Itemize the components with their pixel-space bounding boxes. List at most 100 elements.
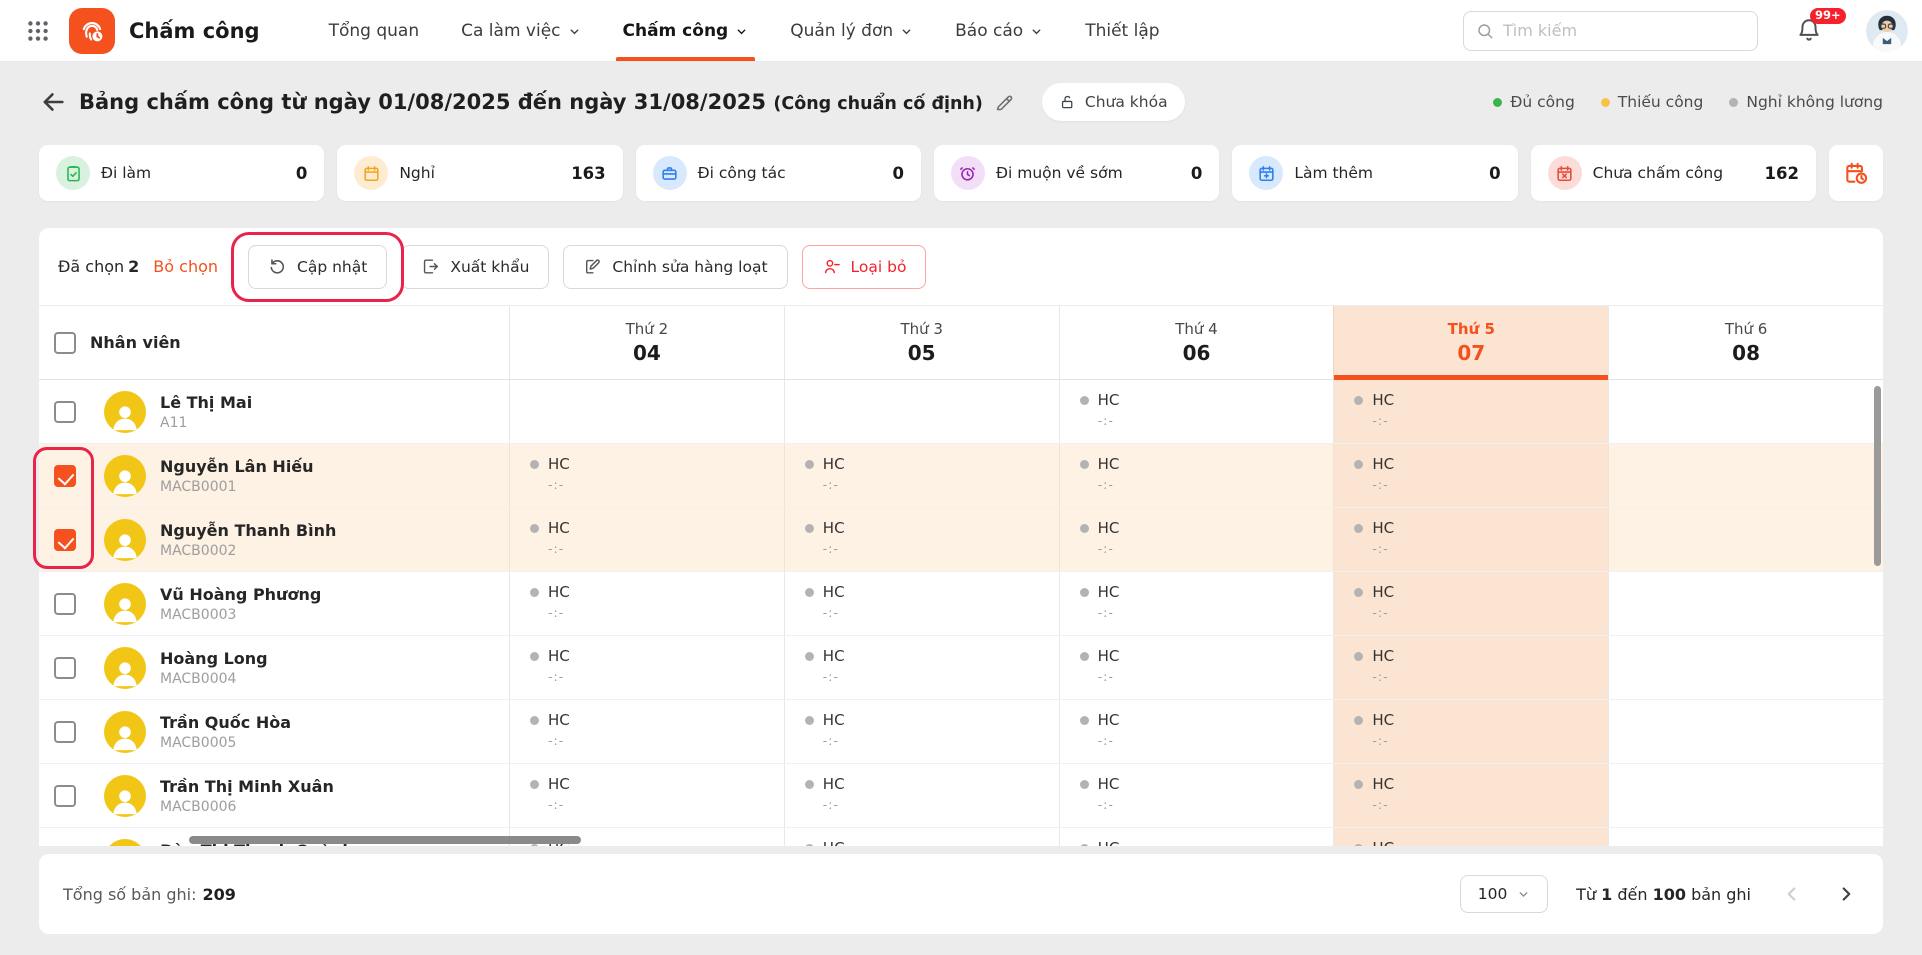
attendance-cell[interactable]: HC-:-: [509, 444, 784, 507]
row-checkbox[interactable]: [54, 529, 76, 551]
stat-card-1[interactable]: Đi làm0: [39, 145, 324, 201]
attendance-status: HC-:-: [1060, 764, 1334, 812]
row-checkbox[interactable]: [54, 721, 76, 743]
remove-button[interactable]: Loại bỏ: [802, 245, 927, 289]
attendance-cell[interactable]: HC-:-: [509, 636, 784, 699]
attendance-cell[interactable]: HC-:-: [1059, 828, 1334, 846]
table-row[interactable]: Nguyễn Lân HiếuMACB0001HC-:-HC-:-HC-:-HC…: [39, 444, 1883, 508]
table-row[interactable]: Trần Quốc HòaMACB0005HC-:-HC-:-HC-:-HC-:…: [39, 700, 1883, 764]
attendance-cell[interactable]: HC-:-: [784, 572, 1059, 635]
attendance-cell[interactable]: HC-:-: [1059, 636, 1334, 699]
attendance-cell[interactable]: HC-:-: [1333, 444, 1608, 507]
attendance-cell[interactable]: [1608, 508, 1883, 571]
attendance-cell[interactable]: HC-:-: [1333, 764, 1608, 827]
attendance-cell[interactable]: HC-:-: [1059, 444, 1334, 507]
nav-item-4[interactable]: Quản lý đơn: [769, 0, 934, 61]
day-column-header-3[interactable]: Thứ 406: [1059, 306, 1334, 379]
attendance-cell[interactable]: [1608, 700, 1883, 763]
row-checkbox[interactable]: [54, 401, 76, 423]
attendance-cell[interactable]: HC-:-: [784, 700, 1059, 763]
lock-status-button[interactable]: Chưa khóa: [1042, 83, 1185, 121]
horizontal-scrollbar[interactable]: [189, 836, 581, 844]
stat-card-5[interactable]: Làm thêm0: [1232, 145, 1517, 201]
nav-item-6[interactable]: Thiết lập: [1064, 0, 1180, 61]
attendance-cell[interactable]: [509, 380, 784, 443]
row-checkbox[interactable]: [54, 657, 76, 679]
weekday-label: Thứ 2: [626, 320, 669, 338]
attendance-cell[interactable]: [1608, 444, 1883, 507]
day-column-header-2[interactable]: Thứ 305: [784, 306, 1059, 379]
attendance-cell[interactable]: HC-:-: [1059, 380, 1334, 443]
update-button[interactable]: Cập nhật: [248, 245, 387, 289]
stat-label: Đi muộn về sớm: [996, 164, 1123, 182]
attendance-cell[interactable]: HC-:-: [1333, 572, 1608, 635]
table-row[interactable]: Trần Thị Minh XuânMACB0006HC-:-HC-:-HC-:…: [39, 764, 1883, 828]
attendance-cell[interactable]: [1608, 828, 1883, 846]
attendance-cell[interactable]: [1608, 636, 1883, 699]
stat-card-3[interactable]: Đi công tác0: [636, 145, 921, 201]
row-checkbox[interactable]: [54, 785, 76, 807]
attendance-cell[interactable]: HC-:-: [1333, 828, 1608, 846]
attendance-cell[interactable]: HC-:-: [1333, 636, 1608, 699]
notification-bell-icon[interactable]: 99+: [1796, 17, 1824, 45]
table-row[interactable]: Lê Thị MaiA11HC-:-HC-:-: [39, 380, 1883, 444]
vertical-scrollbar[interactable]: [1874, 386, 1881, 566]
next-page-button[interactable]: [1833, 881, 1859, 907]
app-grid-icon[interactable]: [25, 18, 51, 44]
edit-title-icon[interactable]: [994, 92, 1015, 113]
app-logo-fingerprint-icon[interactable]: [69, 8, 115, 54]
attendance-cell[interactable]: HC-:-: [784, 444, 1059, 507]
clear-selection-link[interactable]: Bỏ chọn: [153, 257, 218, 276]
attendance-cell[interactable]: HC-:-: [784, 636, 1059, 699]
attendance-cell[interactable]: HC-:-: [509, 508, 784, 571]
row-checkbox[interactable]: [54, 593, 76, 615]
timesheet-settings-button[interactable]: [1829, 145, 1883, 201]
attendance-cell[interactable]: HC-:-: [1059, 508, 1334, 571]
attendance-status: HC-:-: [510, 700, 784, 748]
table-row[interactable]: Vũ Hoàng PhươngMACB0003HC-:-HC-:-HC-:-HC…: [39, 572, 1883, 636]
attendance-cell[interactable]: [1608, 380, 1883, 443]
attendance-cell[interactable]: HC-:-: [784, 508, 1059, 571]
bulk-edit-button[interactable]: Chỉnh sửa hàng loạt: [563, 245, 787, 289]
status-dot: [530, 460, 539, 469]
select-all-checkbox[interactable]: [54, 332, 76, 354]
day-column-header-5[interactable]: Thứ 608: [1608, 306, 1883, 379]
attendance-cell[interactable]: HC-:-: [1333, 700, 1608, 763]
table-row[interactable]: Hoàng LongMACB0004HC-:-HC-:-HC-:-HC-:-: [39, 636, 1883, 700]
attendance-cell[interactable]: HC-:-: [784, 828, 1059, 846]
table-row[interactable]: Nguyễn Thanh BìnhMACB0002HC-:-HC-:-HC-:-…: [39, 508, 1883, 572]
row-checkbox[interactable]: [54, 465, 76, 487]
stat-card-2[interactable]: Nghỉ163: [337, 145, 622, 201]
attendance-status: HC-:-: [510, 764, 784, 812]
search-box[interactable]: [1463, 11, 1758, 51]
stat-card-4[interactable]: Đi muộn về sớm0: [934, 145, 1219, 201]
attendance-cell[interactable]: HC-:-: [1059, 572, 1334, 635]
attendance-cell[interactable]: HC-:-: [509, 700, 784, 763]
stat-card-6[interactable]: Chưa chấm công162: [1531, 145, 1816, 201]
attendance-cell[interactable]: HC-:-: [509, 572, 784, 635]
bulk-toolbar: Đã chọn2 Bỏ chọn Cập nhật Xuất khẩu Chỉn…: [39, 228, 1883, 306]
nav-item-2[interactable]: Ca làm việc: [440, 0, 601, 61]
attendance-cell[interactable]: HC-:-: [1059, 764, 1334, 827]
attendance-cell[interactable]: HC-:-: [1333, 380, 1608, 443]
attendance-cell[interactable]: [1608, 764, 1883, 827]
day-column-header-1[interactable]: Thứ 204: [509, 306, 784, 379]
attendance-cell[interactable]: [784, 380, 1059, 443]
export-button[interactable]: Xuất khẩu: [401, 245, 549, 289]
prev-page-button[interactable]: [1779, 881, 1805, 907]
back-arrow-icon[interactable]: [39, 88, 67, 116]
user-avatar[interactable]: [1866, 10, 1908, 52]
attendance-cell[interactable]: HC-:-: [784, 764, 1059, 827]
timesheet-panel: Đã chọn2 Bỏ chọn Cập nhật Xuất khẩu Chỉn…: [39, 228, 1883, 846]
attendance-cell[interactable]: HC-:-: [1333, 508, 1608, 571]
attendance-cell[interactable]: HC-:-: [509, 764, 784, 827]
nav-item-1[interactable]: Tổng quan: [308, 0, 441, 61]
search-input[interactable]: [1503, 21, 1745, 40]
nav-item-5[interactable]: Báo cáo: [934, 0, 1064, 61]
day-column-header-4[interactable]: Thứ 507: [1333, 306, 1608, 379]
page-size-select[interactable]: 100: [1460, 875, 1548, 913]
attendance-cell[interactable]: [1608, 572, 1883, 635]
nav-item-3[interactable]: Chấm công: [602, 0, 770, 61]
employee-code: MACB0002: [160, 543, 336, 559]
attendance-cell[interactable]: HC-:-: [1059, 700, 1334, 763]
